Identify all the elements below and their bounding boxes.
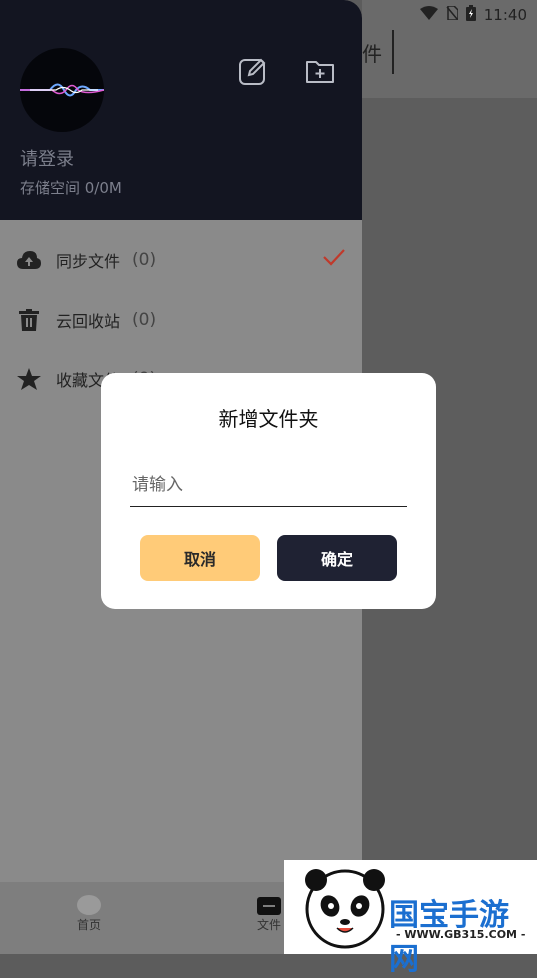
confirm-button[interactable]: 确定: [277, 535, 397, 581]
menu-count-recycle: (0): [132, 310, 157, 330]
menu-label-recycle: 云回收站: [56, 312, 121, 331]
main-header-divider: [392, 30, 394, 74]
battery-icon: [465, 5, 476, 25]
cloud-upload-icon: [16, 247, 42, 273]
dialog-title: 新增文件夹: [218, 407, 319, 431]
folder-icon: [257, 897, 281, 915]
nav-files-label: 文件: [256, 918, 281, 932]
avatar[interactable]: [20, 48, 104, 132]
menu-item-sync[interactable]: 同步文件 (0): [0, 232, 362, 288]
siri-wave-icon: [20, 83, 104, 97]
watermark: 国宝手游网 - WWW.GB315.COM -: [284, 860, 537, 977]
home-icon: [77, 895, 101, 915]
menu-label-sync: 同步文件: [56, 252, 121, 271]
checkmark-icon: [322, 248, 346, 270]
nav-home-label: 首页: [76, 918, 101, 932]
panda-logo-icon: [305, 869, 385, 949]
main-title: 件: [362, 42, 382, 66]
folder-name-input[interactable]: [130, 463, 407, 507]
new-folder-icon[interactable]: [304, 55, 336, 87]
cancel-button[interactable]: 取消: [140, 535, 260, 581]
new-folder-dialog: 新增文件夹 取消 确定: [101, 373, 436, 609]
status-time: 11:40: [483, 6, 527, 24]
edit-icon[interactable]: [237, 55, 269, 87]
star-icon: [16, 366, 42, 392]
nav-files[interactable]: 文件: [256, 894, 282, 933]
login-prompt[interactable]: 请登录: [20, 145, 74, 171]
status-bar: 11:40: [357, 0, 537, 30]
watermark-url: - WWW.GB315.COM -: [396, 928, 526, 941]
storage-info: 存储空间 0/0M: [20, 179, 122, 197]
menu-item-recycle[interactable]: 云回收站 (0): [0, 292, 362, 348]
drawer-header: 请登录 存储空间 0/0M: [0, 0, 362, 220]
menu-count-sync: (0): [132, 250, 157, 270]
nav-home[interactable]: 首页: [76, 894, 102, 933]
no-sim-icon: [446, 5, 459, 24]
trash-icon: [16, 307, 42, 333]
wifi-icon: [419, 6, 438, 24]
